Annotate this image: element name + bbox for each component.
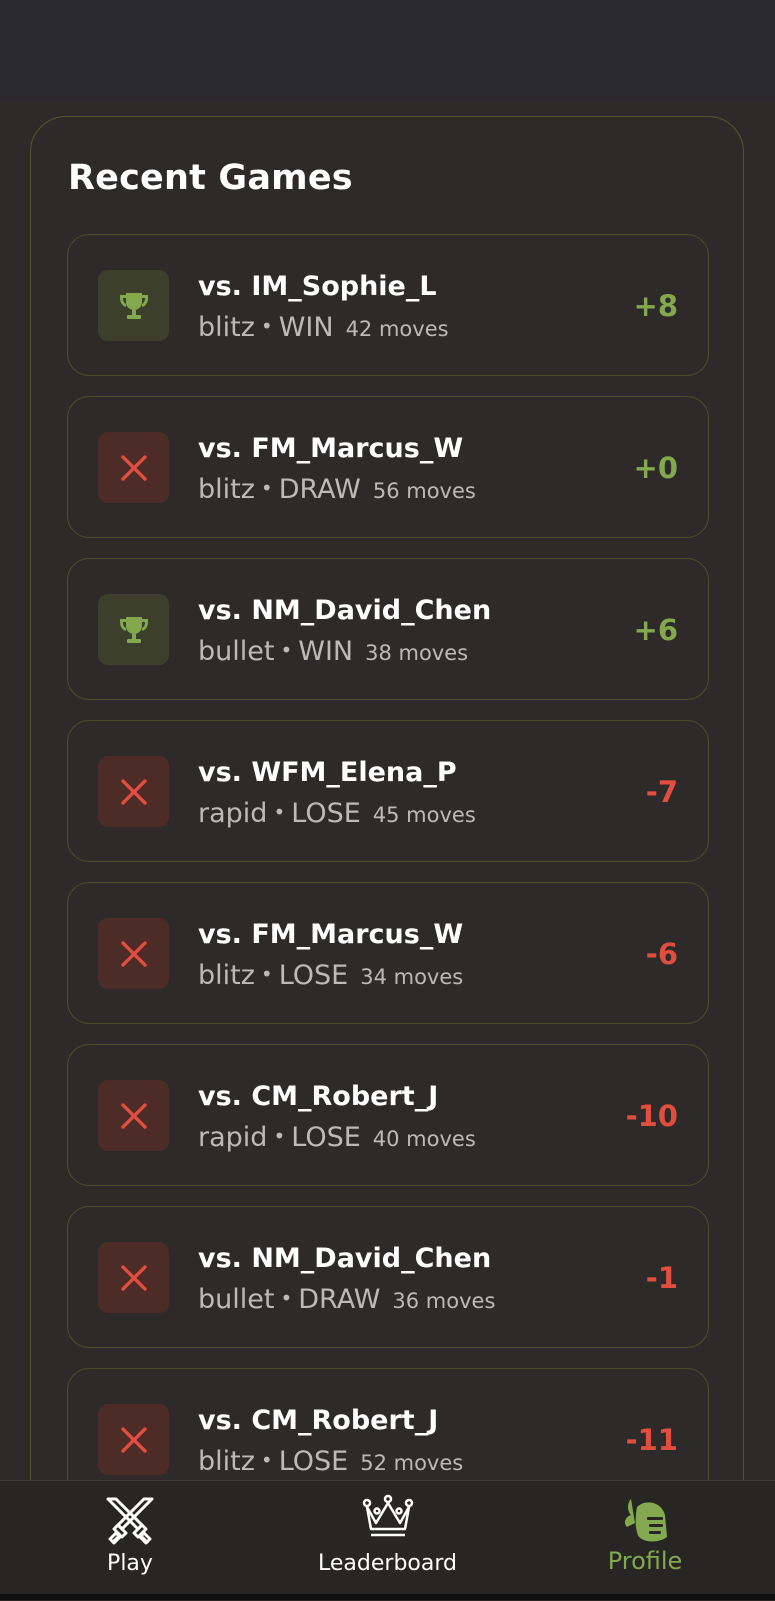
move-count: 52 moves <box>360 1451 464 1475</box>
meta-separator: • <box>260 314 273 338</box>
nav-leaderboard-label: Leaderboard <box>318 1551 457 1576</box>
game-card[interactable]: vs. NM_David_Chen bullet • DRAW 36 moves -1 <box>67 1206 709 1348</box>
section-title: Recent Games <box>68 158 353 198</box>
opponent-name: vs. NM_David_Chen <box>198 1243 492 1274</box>
rating-delta: -6 <box>645 937 678 971</box>
result-badge <box>98 432 169 503</box>
close-icon <box>120 1264 147 1291</box>
game-mode: rapid <box>198 1122 268 1153</box>
game-meta: bullet • WIN 38 moves <box>198 636 468 667</box>
opponent-name: vs. WFM_Elena_P <box>198 757 457 788</box>
crown-icon <box>362 1494 413 1537</box>
rating-delta: +8 <box>633 289 678 323</box>
opponent-name: vs. NM_David_Chen <box>198 595 492 626</box>
rating-delta: -10 <box>625 1099 678 1133</box>
system-gesture-bar <box>0 1594 775 1600</box>
game-meta: rapid • LOSE 45 moves <box>198 798 476 829</box>
nav-play-label: Play <box>107 1551 153 1576</box>
game-mode: bullet <box>198 636 275 667</box>
meta-separator: • <box>260 476 273 500</box>
result-badge <box>98 1404 169 1475</box>
nav-profile[interactable]: Profile <box>575 1481 715 1601</box>
bottom-nav: Play Leaderboard Profile <box>0 1480 775 1601</box>
meta-separator: • <box>273 1124 286 1148</box>
game-meta: blitz • LOSE 52 moves <box>198 1446 463 1477</box>
game-mode: blitz <box>198 312 255 343</box>
opponent-name: vs. CM_Robert_J <box>198 1405 439 1436</box>
result-badge <box>98 1242 169 1313</box>
game-result: DRAW <box>278 474 361 505</box>
game-result: WIN <box>278 312 334 343</box>
game-result: LOSE <box>278 1446 349 1477</box>
rating-delta: -7 <box>645 775 678 809</box>
rating-delta: +0 <box>633 451 678 485</box>
result-badge <box>98 1080 169 1151</box>
close-icon <box>120 940 147 967</box>
game-meta: blitz • DRAW 56 moves <box>198 474 476 505</box>
move-count: 45 moves <box>372 803 476 827</box>
game-mode: blitz <box>198 960 255 991</box>
game-mode: blitz <box>198 1446 255 1477</box>
game-card[interactable]: vs. IM_Sophie_L blitz • WIN 42 moves +8 <box>67 234 709 376</box>
meta-separator: • <box>280 638 293 662</box>
game-card[interactable]: vs. FM_Marcus_W blitz • DRAW 56 moves +0 <box>67 396 709 538</box>
move-count: 36 moves <box>392 1289 496 1313</box>
opponent-name: vs. CM_Robert_J <box>198 1081 439 1112</box>
game-result: LOSE <box>278 960 349 991</box>
game-mode: bullet <box>198 1284 275 1315</box>
move-count: 40 moves <box>372 1127 476 1151</box>
nav-leaderboard[interactable]: Leaderboard <box>300 1481 475 1601</box>
close-icon <box>120 778 147 805</box>
game-result: WIN <box>298 636 354 667</box>
top-header-area <box>0 0 775 101</box>
game-mode: rapid <box>198 798 268 829</box>
game-card[interactable]: vs. NM_David_Chen bullet • WIN 38 moves +6 <box>67 558 709 700</box>
game-result: DRAW <box>298 1284 381 1315</box>
result-badge <box>98 918 169 989</box>
meta-separator: • <box>273 800 286 824</box>
game-card[interactable]: vs. WFM_Elena_P rapid • LOSE 45 moves -7 <box>67 720 709 862</box>
game-mode: blitz <box>198 474 255 505</box>
close-icon <box>120 1426 147 1453</box>
rating-delta: -11 <box>625 1423 678 1457</box>
close-icon <box>120 1102 147 1129</box>
meta-separator: • <box>260 1448 273 1472</box>
trophy-icon <box>119 292 148 319</box>
rating-delta: +6 <box>633 613 678 647</box>
move-count: 34 moves <box>360 965 464 989</box>
nav-profile-label: Profile <box>607 1547 683 1575</box>
meta-separator: • <box>260 962 273 986</box>
opponent-name: vs. FM_Marcus_W <box>198 433 464 464</box>
opponent-name: vs. IM_Sophie_L <box>198 271 437 302</box>
result-badge <box>98 756 169 827</box>
game-card[interactable]: vs. FM_Marcus_W blitz • LOSE 34 moves -6 <box>67 882 709 1024</box>
game-meta: bullet • DRAW 36 moves <box>198 1284 495 1315</box>
game-meta: blitz • LOSE 34 moves <box>198 960 463 991</box>
opponent-name: vs. FM_Marcus_W <box>198 919 464 950</box>
game-result: LOSE <box>291 798 361 829</box>
crossed-swords-icon <box>106 1497 154 1545</box>
move-count: 56 moves <box>372 479 476 503</box>
move-count: 42 moves <box>345 317 449 341</box>
trophy-icon <box>119 616 148 643</box>
game-meta: rapid • LOSE 40 moves <box>198 1122 476 1153</box>
game-card[interactable]: vs. CM_Robert_J rapid • LOSE 40 moves -10 <box>67 1044 709 1186</box>
move-count: 38 moves <box>365 641 469 665</box>
rating-delta: -1 <box>645 1261 678 1295</box>
close-icon <box>120 454 147 481</box>
nav-play[interactable]: Play <box>60 1481 200 1601</box>
game-meta: blitz • WIN 42 moves <box>198 312 449 343</box>
result-badge <box>98 594 169 665</box>
game-result: LOSE <box>291 1122 361 1153</box>
knight-helmet-icon <box>624 1499 667 1542</box>
result-badge <box>98 270 169 341</box>
meta-separator: • <box>280 1286 293 1310</box>
